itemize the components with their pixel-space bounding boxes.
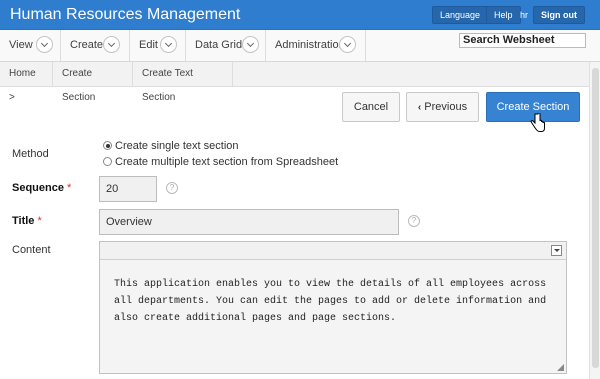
hand-cursor-icon	[530, 113, 545, 132]
required-marker: *	[37, 215, 42, 227]
editor-toolbar	[100, 242, 566, 260]
page-scrollbar[interactable]	[589, 62, 600, 379]
menu-create[interactable]: Create	[61, 30, 130, 61]
menu-create-label: Create	[70, 39, 104, 51]
chevron-down-icon	[160, 36, 177, 53]
question-icon[interactable]: ?	[408, 215, 420, 227]
menu-data-grid-label: Data Grid	[195, 39, 243, 51]
menu-view-label: View	[9, 39, 33, 51]
menu-administration-label: Administration	[275, 39, 345, 51]
resize-handle-icon[interactable]	[557, 364, 564, 371]
breadcrumb-home[interactable]: Home >	[0, 62, 53, 103]
collapse-icon[interactable]	[551, 245, 562, 256]
content-label: Content	[12, 244, 51, 256]
menu-administration[interactable]: Administration	[266, 30, 366, 61]
app-title: Human Resources Management	[10, 6, 241, 23]
breadcrumb-create-section[interactable]: Create Section	[53, 62, 133, 103]
breadcrumb-home-label: Home	[9, 68, 36, 79]
chevron-down-icon	[36, 36, 53, 53]
method-label: Method	[12, 148, 49, 160]
sequence-field[interactable]: 20	[99, 176, 157, 202]
question-icon[interactable]: ?	[166, 182, 178, 194]
menu-edit-label: Edit	[139, 39, 158, 51]
previous-button[interactable]: ‹ Previous	[406, 92, 479, 122]
user-name: hr	[520, 10, 529, 20]
app-header: Human Resources Management Language Help…	[0, 0, 600, 30]
method-option-multiple-label: Create multiple text section from Spread…	[115, 156, 339, 168]
content-textarea[interactable]: This application enables you to view the…	[114, 276, 554, 327]
method-option-single-label: Create single text section	[115, 140, 239, 152]
title-label: Title *	[12, 215, 42, 227]
chevron-down-icon	[339, 36, 356, 53]
required-marker: *	[67, 182, 72, 194]
content-editor[interactable]: This application enables you to view the…	[99, 241, 567, 374]
title-label-text: Title	[12, 215, 35, 227]
breadcrumb: Home > Create Section Create Text Sectio…	[0, 62, 600, 103]
sequence-label-text: Sequence	[12, 182, 64, 194]
sign-out-button[interactable]: Sign out	[533, 6, 585, 24]
chevron-down-icon	[242, 36, 259, 53]
breadcrumb-separator: >	[9, 92, 15, 103]
sequence-label: Sequence *	[12, 182, 71, 194]
menu-view[interactable]: View	[0, 30, 61, 61]
title-field[interactable]: Overview	[99, 209, 399, 235]
search-input[interactable]: Search Websheet	[459, 33, 586, 48]
previous-button-label: Previous	[424, 101, 468, 113]
language-button[interactable]: Language	[432, 6, 489, 24]
chevron-left-icon: ‹	[417, 102, 422, 113]
menu-data-grid[interactable]: Data Grid	[186, 30, 266, 61]
scrollbar-thumb[interactable]	[592, 68, 599, 368]
help-button[interactable]: Help	[486, 6, 521, 24]
cancel-button[interactable]: Cancel	[342, 92, 400, 122]
radio-unchecked-icon[interactable]	[103, 157, 112, 166]
breadcrumb-create-text-section: Create Text Section	[133, 62, 233, 103]
menu-edit[interactable]: Edit	[130, 30, 186, 61]
chevron-down-icon	[103, 36, 120, 53]
radio-checked-icon[interactable]	[103, 141, 112, 150]
